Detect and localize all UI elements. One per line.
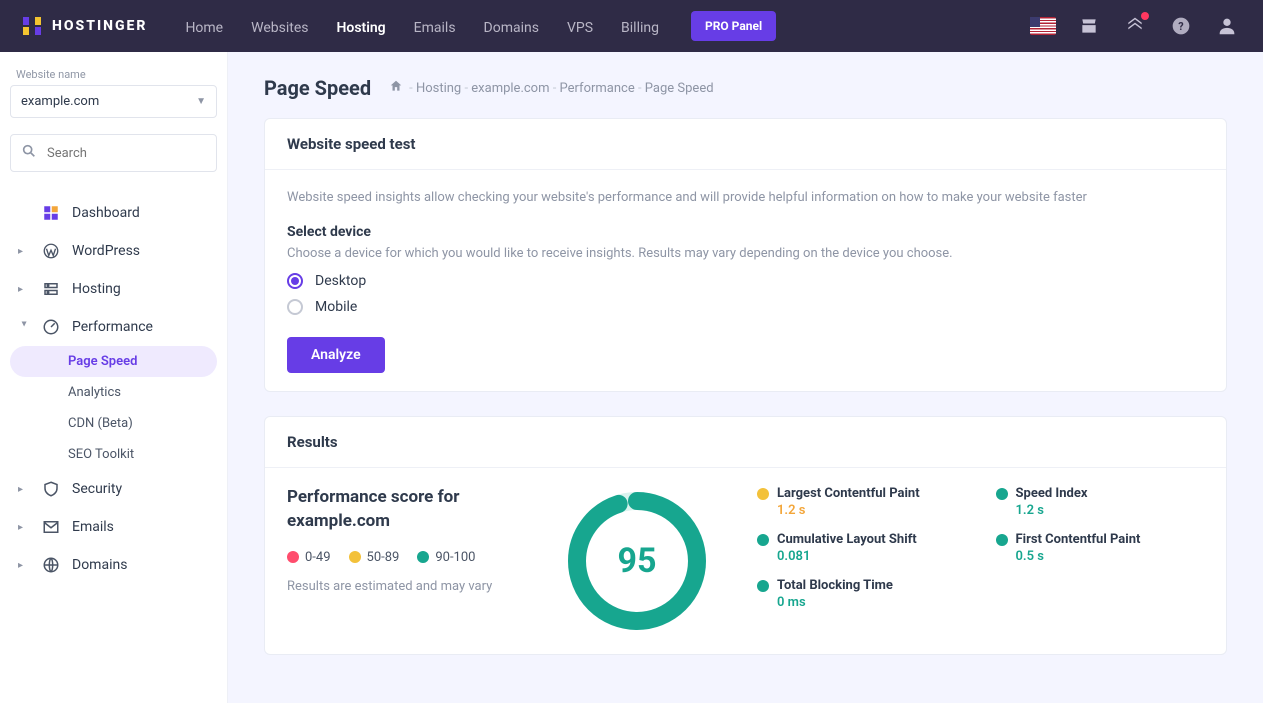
sidebar-label: Emails <box>72 519 114 535</box>
chevron-down-icon: ▼ <box>196 96 206 107</box>
wp-icon <box>42 242 60 260</box>
website-selector-value: example.com <box>21 94 99 109</box>
search-input[interactable] <box>47 146 206 161</box>
radio-label: Desktop <box>315 273 366 289</box>
sidebar-sub-page-speed[interactable]: Page Speed <box>10 346 217 377</box>
device-option-desktop[interactable]: Desktop <box>287 273 1204 289</box>
nav-hosting[interactable]: Hosting <box>322 12 399 44</box>
sidebar-sub-seo-toolkit[interactable]: SEO Toolkit <box>10 439 217 470</box>
breadcrumb-item[interactable]: Page Speed <box>645 81 714 96</box>
breadcrumb: - Hosting - example.com - Performance - … <box>389 79 713 97</box>
device-option-mobile[interactable]: Mobile <box>287 299 1204 315</box>
legend-item: 50-89 <box>349 550 400 565</box>
score-gauge: 95 <box>562 486 712 636</box>
emails-icon <box>42 518 60 536</box>
metric-speed-index: Speed Index1.2 s <box>996 486 1205 518</box>
svg-text:?: ? <box>1178 20 1183 33</box>
home-icon[interactable] <box>389 79 403 97</box>
brand-logo[interactable]: HOSTINGER <box>20 14 147 38</box>
main-content: Page Speed - Hosting - example.com - Per… <box>228 52 1263 703</box>
nav-domains[interactable]: Domains <box>470 12 553 44</box>
store-icon[interactable] <box>1073 10 1105 42</box>
sidebar-label: Domains <box>72 557 127 573</box>
sidebar-label: Dashboard <box>72 205 140 221</box>
select-device-label: Select device <box>287 224 1204 240</box>
metric-first-contentful-paint: First Contentful Paint0.5 s <box>996 532 1205 564</box>
domains-icon <box>42 556 60 574</box>
search-icon <box>21 143 37 163</box>
website-selector[interactable]: example.com ▼ <box>10 85 217 118</box>
notifications-icon[interactable] <box>1119 10 1151 42</box>
sidebar-label: Security <box>72 481 122 497</box>
score-heading: Performance score for example.com <box>287 486 517 534</box>
radio-icon <box>287 299 303 315</box>
perf-icon <box>42 318 60 336</box>
radio-label: Mobile <box>315 299 357 315</box>
card-title: Website speed test <box>265 119 1226 170</box>
sidebar: Website name example.com ▼ Dashboard ▸ Wor… <box>0 52 228 703</box>
top-nav: HOSTINGER HomeWebsitesHostingEmailsDomai… <box>0 0 1263 52</box>
sidebar-sub-analytics[interactable]: Analytics <box>10 377 217 408</box>
metrics-grid: Largest Contentful Paint1.2 s Speed Index… <box>757 486 1204 610</box>
sidebar-item-performance[interactable]: ▸ Performance <box>10 308 217 346</box>
account-icon[interactable] <box>1211 10 1243 42</box>
score-legend: 0-49 50-89 90-100 <box>287 550 517 565</box>
sidebar-label: Performance <box>72 319 153 335</box>
results-title: Results <box>265 417 1226 468</box>
metric-cumulative-layout-shift: Cumulative Layout Shift0.081 <box>757 532 966 564</box>
sidebar-item-security[interactable]: ▸ Security <box>10 470 217 508</box>
sidebar-label: Hosting <box>72 281 121 297</box>
results-note: Results are estimated and may vary <box>287 577 517 597</box>
nav-vps[interactable]: VPS <box>553 12 607 44</box>
hosting-icon <box>42 280 60 298</box>
help-icon[interactable]: ? <box>1165 10 1197 42</box>
speed-test-card: Website speed test Website speed insight… <box>264 118 1227 392</box>
legend-item: 0-49 <box>287 550 331 565</box>
sidebar-item-hosting[interactable]: ▸ Hosting <box>10 270 217 308</box>
pro-panel-button[interactable]: PRO Panel <box>691 11 776 41</box>
sidebar-sub-cdn-beta-[interactable]: CDN (Beta) <box>10 408 217 439</box>
chevron-icon: ▸ <box>18 560 30 571</box>
legend-item: 90-100 <box>417 550 475 565</box>
breadcrumb-item[interactable]: Hosting <box>416 81 461 96</box>
sidebar-search[interactable] <box>10 134 217 172</box>
radio-icon <box>287 273 303 289</box>
website-selector-label: Website name <box>16 68 217 81</box>
nav-websites[interactable]: Websites <box>237 12 322 44</box>
metric-total-blocking-time: Total Blocking Time0 ms <box>757 578 966 610</box>
chevron-icon: ▸ <box>18 484 30 495</box>
sidebar-item-wordpress[interactable]: ▸ WordPress <box>10 232 217 270</box>
card-description: Website speed insights allow checking yo… <box>287 188 1204 208</box>
page-title: Page Speed <box>264 76 371 100</box>
brand-name: HOSTINGER <box>52 18 147 34</box>
sidebar-item-emails[interactable]: ▸ Emails <box>10 508 217 546</box>
locale-flag-icon[interactable] <box>1027 10 1059 42</box>
chevron-icon: ▸ <box>18 522 30 533</box>
security-icon <box>42 480 60 498</box>
sidebar-item-dashboard[interactable]: Dashboard <box>10 194 217 232</box>
sidebar-item-domains[interactable]: ▸ Domains <box>10 546 217 584</box>
breadcrumb-item[interactable]: Performance <box>560 81 635 96</box>
breadcrumb-item[interactable]: example.com <box>471 81 549 96</box>
nav-emails[interactable]: Emails <box>400 12 470 44</box>
results-card: Results Performance score for example.co… <box>264 416 1227 655</box>
select-device-desc: Choose a device for which you would like… <box>287 244 1204 264</box>
nav-billing[interactable]: Billing <box>607 12 673 44</box>
dashboard-icon <box>42 204 60 222</box>
metric-largest-contentful-paint: Largest Contentful Paint1.2 s <box>757 486 966 518</box>
chevron-icon: ▸ <box>19 321 30 333</box>
logo-icon <box>20 14 44 38</box>
analyze-button[interactable]: Analyze <box>287 337 385 373</box>
score-value: 95 <box>562 486 712 636</box>
nav-home[interactable]: Home <box>171 12 237 44</box>
sidebar-label: WordPress <box>72 243 140 259</box>
chevron-icon: ▸ <box>18 246 30 257</box>
chevron-icon: ▸ <box>18 284 30 295</box>
